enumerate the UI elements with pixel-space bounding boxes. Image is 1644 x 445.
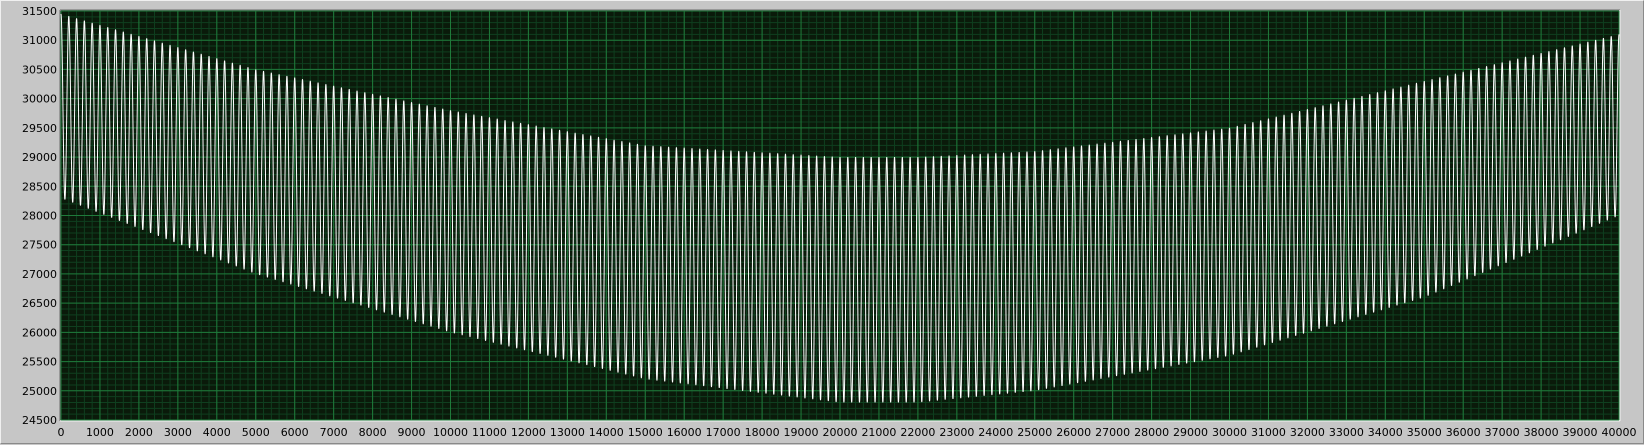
y-tick-label: 28500 xyxy=(22,180,57,193)
y-tick-label: 25500 xyxy=(22,356,57,369)
x-tick-label: 9000 xyxy=(398,426,426,439)
x-tick-label: 30000 xyxy=(1212,426,1247,439)
x-tick-label: 13000 xyxy=(550,426,585,439)
y-tick-label: 26500 xyxy=(22,297,57,310)
waveform-chart: 24500 25000 25500 26000 26500 27000 27500 28000… xyxy=(22,5,1637,439)
x-tick-label: 7000 xyxy=(320,426,348,439)
y-tick-label: 27000 xyxy=(22,268,57,281)
x-tick-label: 12000 xyxy=(511,426,546,439)
x-tick-label: 26000 xyxy=(1056,426,1091,439)
x-tick-label: 20000 xyxy=(823,426,858,439)
x-tick-label: 33000 xyxy=(1329,426,1364,439)
y-tick-label: 26000 xyxy=(22,326,57,339)
x-tick-label: 15000 xyxy=(628,426,663,439)
x-tick-label: 1000 xyxy=(86,426,114,439)
x-tick-label: 10000 xyxy=(433,426,468,439)
y-tick-label: 29500 xyxy=(22,122,57,135)
x-tick-label: 6000 xyxy=(281,426,309,439)
x-tick-label: 22000 xyxy=(900,426,935,439)
x-tick-label: 29000 xyxy=(1173,426,1208,439)
x-tick-label: 24000 xyxy=(978,426,1013,439)
x-tick-label: 21000 xyxy=(861,426,896,439)
x-tick-label: 25000 xyxy=(1017,426,1052,439)
x-tick-label: 28000 xyxy=(1134,426,1169,439)
x-tick-label: 36000 xyxy=(1446,426,1481,439)
x-tick-label: 4000 xyxy=(203,426,231,439)
x-tick-label: 8000 xyxy=(359,426,387,439)
x-tick-label: 18000 xyxy=(745,426,780,439)
y-tick-label: 28000 xyxy=(22,210,57,223)
x-tick-label: 27000 xyxy=(1095,426,1130,439)
y-tick-label: 25000 xyxy=(22,385,57,398)
y-tick-label: 31000 xyxy=(22,34,57,47)
x-tick-label: 11000 xyxy=(472,426,507,439)
x-tick-label: 16000 xyxy=(667,426,702,439)
y-tick-label: 30000 xyxy=(22,93,57,106)
y-tick-label: 29000 xyxy=(22,151,57,164)
x-tick-label: 5000 xyxy=(242,426,270,439)
y-tick-label: 27500 xyxy=(22,239,57,252)
y-tick-label: 24500 xyxy=(22,414,57,427)
x-tick-label: 23000 xyxy=(939,426,974,439)
graph-frame: 24500 25000 25500 26000 26500 27000 27500 28000… xyxy=(0,0,1644,444)
x-tick-label: 3000 xyxy=(164,426,192,439)
x-tick-label: 40000 xyxy=(1602,426,1637,439)
y-tick-label: 30500 xyxy=(22,63,57,76)
x-tick-label: 32000 xyxy=(1290,426,1325,439)
x-tick-label: 0 xyxy=(58,426,65,439)
x-tick-label: 37000 xyxy=(1485,426,1520,439)
x-tick-label: 14000 xyxy=(589,426,624,439)
y-tick-label: 31500 xyxy=(22,5,57,18)
x-tick-label: 19000 xyxy=(784,426,819,439)
x-tick-label: 35000 xyxy=(1407,426,1442,439)
x-tick-label: 38000 xyxy=(1524,426,1559,439)
x-tick-label: 2000 xyxy=(125,426,153,439)
x-tick-label: 34000 xyxy=(1368,426,1403,439)
x-tick-label: 17000 xyxy=(706,426,741,439)
x-tick-label: 39000 xyxy=(1563,426,1598,439)
x-tick-label: 31000 xyxy=(1251,426,1286,439)
